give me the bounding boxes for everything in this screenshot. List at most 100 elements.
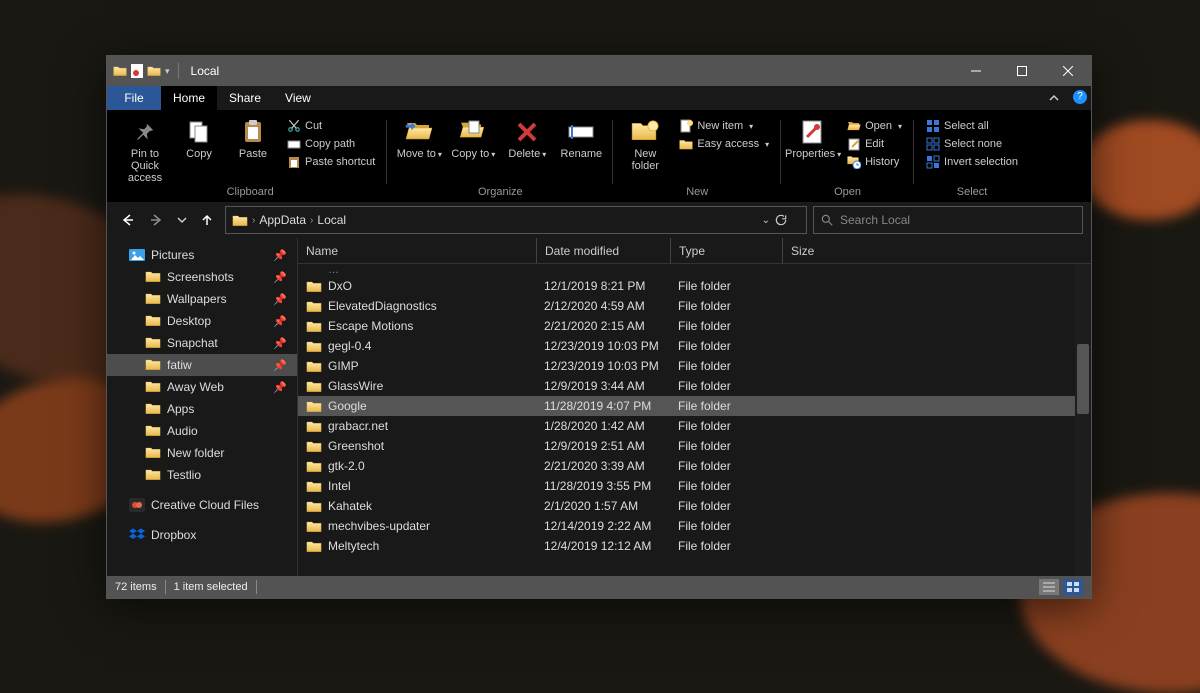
help-button[interactable]: ? [1069,86,1091,108]
app-icon [113,65,127,77]
copy-button[interactable]: Copy [175,114,223,160]
file-list[interactable]: … DxO12/1/2019 8:21 PMFile folderElevate… [298,264,1091,576]
titlebar[interactable]: ▾ Local [107,56,1091,86]
easy-access-button[interactable]: Easy access▾ [675,136,773,152]
navigation-pane[interactable]: Pictures📌Screenshots📌Wallpapers📌Desktop📌… [107,238,297,576]
copy-to-button[interactable]: Copy to▾ [449,114,497,160]
file-row[interactable]: gtk-2.02/21/2020 3:39 AMFile folder [298,456,1091,476]
copy-path-button[interactable]: Copy path [283,136,379,152]
qat-properties-icon[interactable] [131,64,143,78]
file-row[interactable]: Google11/28/2019 4:07 PMFile folder [298,396,1091,416]
close-button[interactable] [1045,56,1091,86]
tab-share[interactable]: Share [217,86,273,110]
sidebar-item[interactable]: Creative Cloud Files [107,494,297,516]
minimize-button[interactable] [953,56,999,86]
folder-icon [306,420,322,433]
column-header-name[interactable]: Name [298,238,536,263]
select-none-button[interactable]: Select none [922,136,1022,152]
back-button[interactable] [115,208,139,232]
maximize-button[interactable] [999,56,1045,86]
sidebar-item[interactable]: Wallpapers📌 [107,288,297,310]
move-to-button[interactable]: Move to▾ [395,114,443,160]
file-row[interactable]: Kahatek2/1/2020 1:57 AMFile folder [298,496,1091,516]
sidebar-item[interactable]: Pictures📌 [107,244,297,266]
tab-view[interactable]: View [273,86,323,110]
sidebar-item[interactable]: Snapchat📌 [107,332,297,354]
folder-icon [306,280,322,293]
paste-shortcut-button[interactable]: Paste shortcut [283,154,379,170]
easy-access-icon [679,137,693,151]
address-bar[interactable]: › AppData › Local ⌄ [225,206,807,234]
pin-to-quick-access-button[interactable]: Pin to Quick access [121,114,169,184]
file-menu[interactable]: File [107,86,161,110]
file-row[interactable]: Greenshot12/9/2019 2:51 AMFile folder [298,436,1091,456]
collapse-ribbon-button[interactable] [1039,86,1069,110]
ribbon-group-organize: Move to▾ Copy to▾ Delete▾ Rename Organiz… [387,114,613,202]
file-row[interactable]: GlassWire12/9/2019 3:44 AMFile folder [298,376,1091,396]
refresh-button[interactable] [774,213,800,227]
file-row[interactable]: grabacr.net1/28/2020 1:42 AMFile folder [298,416,1091,436]
search-input[interactable] [840,213,1076,227]
cut-button[interactable]: Cut [283,118,379,134]
forward-button[interactable] [145,208,169,232]
sidebar-item[interactable]: Desktop📌 [107,310,297,332]
view-large-icons-button[interactable] [1063,579,1083,595]
column-header-date[interactable]: Date modified [536,238,670,263]
paste-button[interactable]: Paste [229,114,277,160]
sidebar-item[interactable]: fatiw📌 [107,354,297,376]
paste-icon [239,118,267,146]
delete-button[interactable]: Delete▾ [503,114,551,160]
chevron-right-icon[interactable]: › [252,215,255,226]
folder-icon [306,440,322,453]
sidebar-item[interactable]: Screenshots📌 [107,266,297,288]
search-box[interactable] [813,206,1083,234]
scrollbar[interactable] [1075,264,1091,576]
file-row[interactable]: ElevatedDiagnostics2/12/2020 4:59 AMFile… [298,296,1091,316]
file-row[interactable]: mechvibes-updater12/14/2019 2:22 AMFile … [298,516,1091,536]
scrollbar-thumb[interactable] [1077,344,1089,414]
history-button[interactable]: History [843,154,906,170]
sidebar-item[interactable]: Testlio [107,464,297,486]
sidebar-item[interactable]: New folder [107,442,297,464]
qat-newfolder-icon[interactable] [147,65,161,77]
tab-home[interactable]: Home [161,86,217,110]
breadcrumb[interactable]: AppData [259,213,306,227]
open-button[interactable]: Open▾ [843,118,906,134]
file-name: GlassWire [328,379,383,393]
file-date: 2/12/2020 4:59 AM [536,299,670,313]
file-row[interactable]: Escape Motions2/21/2020 2:15 AMFile fold… [298,316,1091,336]
help-icon: ? [1073,90,1087,104]
cut-icon [287,119,301,133]
new-folder-button[interactable]: New folder [621,114,669,172]
ribbon-group-select: Select all Select none Invert selection … [914,114,1030,202]
edit-button[interactable]: Edit [843,136,906,152]
recent-locations-button[interactable] [175,208,189,232]
chevron-right-icon[interactable]: › [310,215,313,226]
sidebar-item[interactable]: Audio [107,420,297,442]
copy-to-icon [459,118,487,146]
qat-dropdown-icon[interactable]: ▾ [165,66,170,77]
rename-button[interactable]: Rename [557,114,605,160]
sidebar-item[interactable]: Away Web📌 [107,376,297,398]
file-row[interactable]: Intel11/28/2019 3:55 PMFile folder [298,476,1091,496]
column-header-size[interactable]: Size [782,238,862,263]
file-name: gtk-2.0 [328,459,365,473]
address-dropdown-icon[interactable]: ⌄ [762,215,770,226]
file-row[interactable]: DxO12/1/2019 8:21 PMFile folder [298,276,1091,296]
column-header-type[interactable]: Type [670,238,782,263]
invert-selection-button[interactable]: Invert selection [922,154,1022,170]
sidebar-item[interactable]: Apps [107,398,297,420]
file-row[interactable]: Meltytech12/4/2019 12:12 AMFile folder [298,536,1091,556]
view-details-button[interactable] [1039,579,1059,595]
file-row[interactable]: GIMP12/23/2019 10:03 PMFile folder [298,356,1091,376]
new-item-button[interactable]: New item▾ [675,118,773,134]
select-all-button[interactable]: Select all [922,118,1022,134]
properties-button[interactable]: Properties▾ [789,114,837,160]
cc-icon [129,498,145,512]
breadcrumb[interactable]: Local [317,213,346,227]
move-to-icon [405,118,433,146]
sidebar-item[interactable]: Dropbox [107,524,297,546]
file-row[interactable]: gegl-0.412/23/2019 10:03 PMFile folder [298,336,1091,356]
file-name: Kahatek [328,499,372,513]
up-button[interactable] [195,208,219,232]
